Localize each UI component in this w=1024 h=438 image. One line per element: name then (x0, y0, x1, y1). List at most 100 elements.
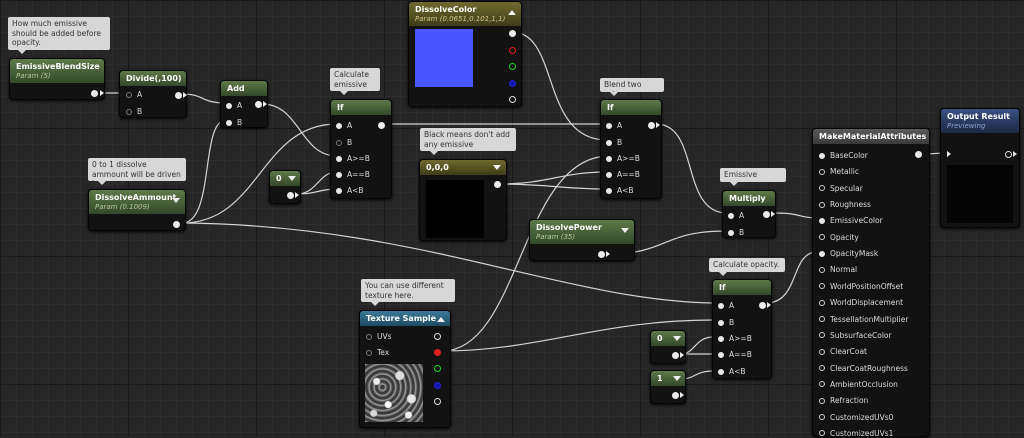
input-pin-a-gte-b[interactable]: A>=B (336, 154, 370, 163)
input-pin-a[interactable]: A (126, 90, 142, 99)
input-pin-subsurfacecolor[interactable]: SubsurfaceColor (819, 331, 892, 340)
node-header[interactable]: Output Result Previewing (941, 109, 1019, 133)
input-pin-tessellationmultiplier[interactable]: TessellationMultiplier (819, 315, 908, 324)
input-pin-a[interactable]: A (718, 301, 734, 310)
input-pin-emissivecolor[interactable]: EmissiveColor (819, 216, 883, 225)
input-pin-b[interactable]: B (606, 138, 622, 147)
output-pin-rgba[interactable] (509, 30, 516, 37)
input-pin-opacitymask[interactable]: OpacityMask (819, 249, 878, 258)
input-pin-a-lt-b[interactable]: A<B (718, 367, 746, 376)
output-pin[interactable] (173, 221, 180, 228)
node-header[interactable]: DissolvePower Param (35) (530, 220, 634, 244)
node-header[interactable]: If (601, 100, 661, 115)
input-pin-roughness[interactable]: Roughness (819, 200, 871, 209)
node-header[interactable]: Add (221, 81, 267, 96)
output-pin[interactable] (759, 302, 766, 309)
output-pin-a[interactable] (509, 96, 516, 103)
output-pin[interactable] (494, 181, 501, 188)
input-pin-b[interactable]: B (728, 228, 744, 237)
input-pin-b[interactable]: B (718, 318, 734, 327)
input-pin-tex[interactable]: Tex (366, 348, 389, 357)
node-multiply[interactable]: Multiply A B (722, 190, 776, 238)
input-pin-a-lt-b[interactable]: A<B (606, 186, 634, 195)
output-pin-b[interactable] (509, 80, 516, 87)
output-pin[interactable] (915, 151, 922, 158)
output-pin[interactable] (255, 101, 262, 108)
input-pin-normal[interactable]: Normal (819, 265, 857, 274)
node-header[interactable]: If (331, 100, 391, 115)
input-pin-b[interactable]: B (226, 118, 242, 127)
collapse-arrow-icon[interactable] (673, 376, 681, 381)
output-pin[interactable] (287, 192, 294, 199)
input-pin-a-eq-b[interactable]: A==B (336, 170, 370, 179)
node-header[interactable]: DissolveAmmount Param (0.1009) (89, 190, 185, 214)
node-header[interactable]: DissolveColor Param (0.0651,0.101,1,1) (409, 2, 521, 26)
input-pin-basecolor[interactable]: BaseColor (819, 151, 868, 160)
input-pin-a[interactable]: A (336, 121, 352, 130)
input-pin-b[interactable]: B (336, 138, 352, 147)
input-pin-uvs[interactable]: UVs (366, 332, 392, 341)
node-dissolve-color[interactable]: DissolveColor Param (0.0651,0.101,1,1) (408, 1, 522, 107)
node-dissolve-amount[interactable]: DissolveAmmount Param (0.1009) (88, 189, 186, 231)
input-pin-a[interactable]: A (226, 101, 242, 110)
input-pin-opacity[interactable]: Opacity (819, 233, 859, 242)
collapse-arrow-icon[interactable] (508, 10, 516, 15)
input-pin-refraction[interactable]: Refraction (819, 396, 868, 405)
input-pin-metallic[interactable]: Metallic (819, 167, 859, 176)
output-pin[interactable] (175, 92, 182, 99)
input-pin-worldpositionoffset[interactable]: WorldPositionOffset (819, 282, 903, 291)
node-if-emissive[interactable]: If A B A>=B A==B A<B (330, 99, 392, 199)
input-pin-a-lt-b[interactable]: A<B (336, 186, 364, 195)
collapse-arrow-icon[interactable] (172, 198, 180, 203)
node-constant-one[interactable]: 1 (650, 370, 686, 404)
node-header[interactable]: MakeMaterialAttributes (813, 129, 929, 144)
output-pin-rgb[interactable] (434, 333, 441, 340)
node-header[interactable]: If (713, 280, 771, 295)
output-pin[interactable] (672, 352, 679, 359)
output-pin[interactable] (598, 251, 605, 258)
node-divide[interactable]: Divide(,100) A B (119, 70, 187, 118)
input-pin-a-gte-b[interactable]: A>=B (718, 334, 752, 343)
input-pin-a-eq-b[interactable]: A==B (718, 350, 752, 359)
input-pin-clearcoatroughness[interactable]: ClearCoatRoughness (819, 364, 908, 373)
output-pin-r[interactable] (434, 349, 441, 356)
output-pin-r[interactable] (509, 47, 516, 54)
collapse-arrow-icon[interactable] (621, 228, 629, 233)
output-pin[interactable] (378, 122, 385, 129)
input-pin-a-eq-b[interactable]: A==B (606, 170, 640, 179)
output-pin[interactable] (1005, 151, 1012, 158)
node-header[interactable]: Multiply (723, 191, 775, 206)
node-output-result[interactable]: Output Result Previewing (940, 108, 1020, 228)
input-pin-a[interactable]: A (606, 121, 622, 130)
input-pin-b[interactable]: B (126, 107, 142, 116)
node-texture-sample[interactable]: Texture Sample UVs Tex (359, 310, 451, 428)
output-pin-a[interactable] (434, 398, 441, 405)
node-header[interactable]: EmissiveBlendSize Param (5) (10, 59, 104, 83)
collapse-arrow-icon[interactable] (288, 176, 296, 181)
output-pin[interactable] (763, 211, 770, 218)
collapse-arrow-icon[interactable] (673, 336, 681, 341)
input-pin-a[interactable]: A (728, 211, 744, 220)
input-pin-customizeduvs0[interactable]: CustomizedUVs0 (819, 413, 893, 422)
node-header[interactable]: Divide(,100) (120, 71, 186, 86)
output-pin[interactable] (672, 392, 679, 399)
node-add[interactable]: Add A B (220, 80, 268, 128)
input-pin-clearcoat[interactable]: ClearCoat (819, 347, 867, 356)
output-pin-g[interactable] (434, 365, 441, 372)
node-constant-zero[interactable]: 0 (650, 330, 686, 364)
node-make-material-attributes[interactable]: MakeMaterialAttributes BaseColor Metallic… (812, 128, 930, 438)
input-pin-worlddisplacement[interactable]: WorldDisplacement (819, 298, 903, 307)
node-emissive-blend-size[interactable]: EmissiveBlendSize Param (5) (9, 58, 105, 100)
collapse-arrow-icon[interactable] (493, 165, 501, 170)
collapse-arrow-icon[interactable] (437, 317, 445, 322)
input-pin-specular[interactable]: Specular (819, 184, 863, 193)
node-vector-black[interactable]: 0,0,0 (419, 159, 507, 241)
node-constant-zero[interactable]: 0 (269, 170, 301, 204)
input-pin-ambientocclusion[interactable]: AmbientOcclusion (819, 380, 898, 389)
node-dissolve-power[interactable]: DissolvePower Param (35) (529, 219, 635, 261)
node-if-blend[interactable]: If A B A>=B A==B A<B (600, 99, 662, 199)
output-pin[interactable] (648, 122, 655, 129)
node-if-opacity[interactable]: If A B A>=B A==B A<B (712, 279, 772, 379)
output-pin-g[interactable] (509, 63, 516, 70)
output-pin[interactable] (91, 90, 98, 97)
